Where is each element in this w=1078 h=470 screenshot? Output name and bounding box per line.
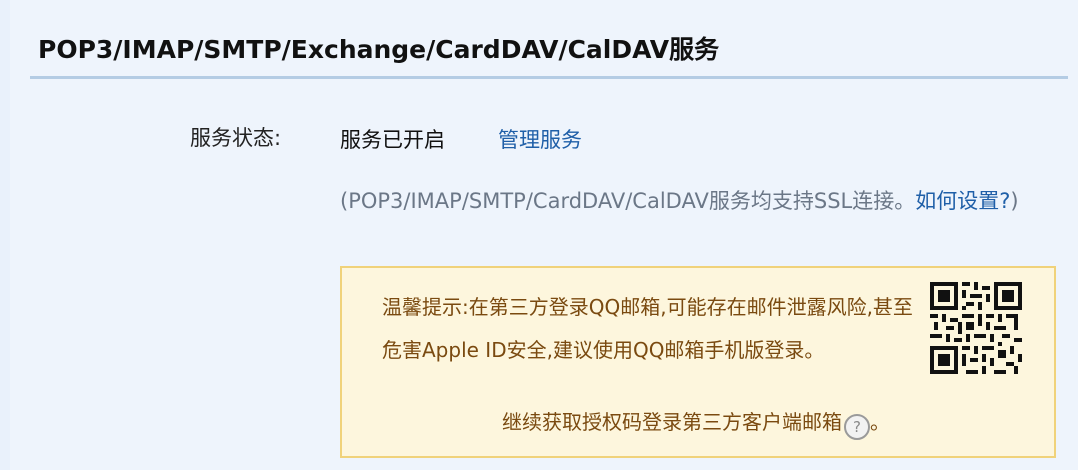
ssl-note-text: (POP3/IMAP/SMTP/CardDAV/CalDAV服务均支持SSL连接… xyxy=(340,189,916,213)
section-title: POP3/IMAP/SMTP/Exchange/CardDAV/CalDAV服务 xyxy=(38,35,720,64)
service-status-label: 服务状态: xyxy=(190,126,282,150)
service-panel: POP3/IMAP/SMTP/Exchange/CardDAV/CalDAV服务… xyxy=(10,0,1078,470)
warning-tip-box: 温馨提示:在第三方登录QQ邮箱,可能存在邮件泄露风险,甚至危害Apple ID安… xyxy=(340,266,1056,458)
ssl-note-close: ) xyxy=(1010,189,1019,213)
ssl-support-note: (POP3/IMAP/SMTP/CardDAV/CalDAV服务均支持SSL连接… xyxy=(340,180,1054,222)
title-divider xyxy=(30,76,1068,79)
service-status-value: 服务已开启 xyxy=(340,128,445,152)
auth-code-line: 继续获取授权码登录第三方客户端邮箱?。 xyxy=(502,406,890,440)
tip-text: 温馨提示:在第三方登录QQ邮箱,可能存在邮件泄露风险,甚至危害Apple ID安… xyxy=(382,295,913,362)
how-to-setup-link[interactable]: 如何设置? xyxy=(915,189,1010,213)
help-circle-icon[interactable]: ? xyxy=(844,414,870,440)
settings-card: POP3/IMAP/SMTP/Exchange/CardDAV/CalDAV服务… xyxy=(10,0,1078,470)
get-auth-code-link[interactable]: 继续获取授权码登录第三方客户端邮箱 xyxy=(502,410,842,434)
manage-service-link[interactable]: 管理服务 xyxy=(498,124,582,154)
qr-code-icon xyxy=(930,282,1022,374)
auth-line-end: 。 xyxy=(870,410,890,434)
